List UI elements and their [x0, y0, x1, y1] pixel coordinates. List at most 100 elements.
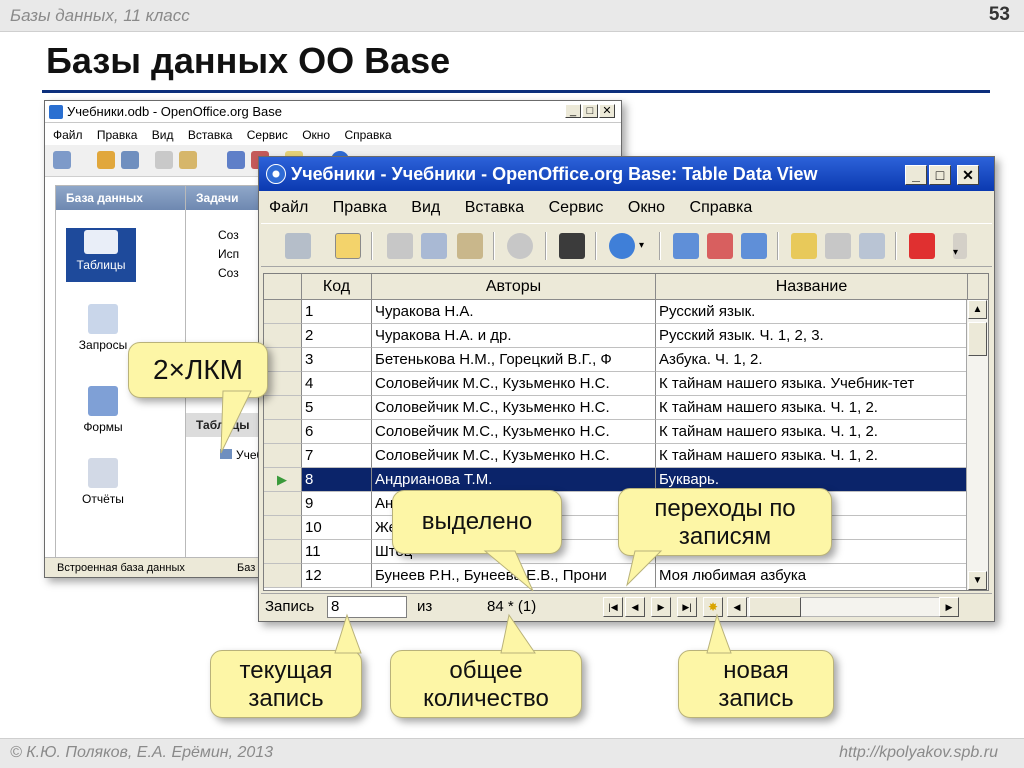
scroll-right-icon[interactable]: ▶	[939, 597, 959, 617]
table-row[interactable]: 9 Ан	[264, 492, 968, 516]
row-selector[interactable]	[264, 516, 302, 540]
toolbar-more-icon[interactable]: ▾	[953, 233, 967, 259]
scroll-down-icon[interactable]: ▼	[968, 571, 987, 590]
scroll-up-icon[interactable]: ▲	[968, 300, 987, 319]
task-use-wizard[interactable]: Исп	[218, 245, 239, 264]
row-selector[interactable]	[264, 300, 302, 324]
autofilter-icon[interactable]	[791, 233, 817, 259]
minimize-button[interactable]: _	[905, 165, 927, 185]
sort-icon[interactable]	[741, 233, 767, 259]
cell-author[interactable]: Соловейчик М.С., Кузьменко Н.С.	[372, 396, 656, 420]
row-selector[interactable]	[264, 564, 302, 588]
sort-descending-icon[interactable]	[707, 233, 733, 259]
last-record-icon[interactable]: ▶|	[677, 597, 697, 617]
task-create-view[interactable]: Соз	[218, 264, 239, 283]
cell-author[interactable]: Чуракова Н.А. и др.	[372, 324, 656, 348]
table-row[interactable]: 2 Чуракова Н.А. и др. Русский язык. Ч. 1, …	[264, 324, 968, 348]
cell-title[interactable]: К тайнам нашего языка. Ч. 1, 2.	[656, 444, 968, 468]
cell-author[interactable]: Чуракова Н.А.	[372, 300, 656, 324]
menu-view[interactable]: Вид	[152, 125, 174, 145]
website-link[interactable]: http://kpolyakov.spb.ru	[839, 744, 998, 762]
menu-window[interactable]: Окно	[628, 193, 665, 223]
save-icon[interactable]	[121, 151, 139, 169]
next-record-icon[interactable]: ▶	[651, 597, 671, 617]
column-header-id[interactable]: Код	[302, 274, 372, 300]
menu-insert[interactable]: Вставка	[188, 125, 233, 145]
cell-title[interactable]: Русский язык. Ч. 1, 2, 3.	[656, 324, 968, 348]
maximize-button[interactable]: □	[929, 165, 951, 185]
row-selector[interactable]	[264, 348, 302, 372]
new-icon[interactable]	[53, 151, 71, 169]
vertical-scrollbar[interactable]: ▲ ▼	[966, 300, 988, 590]
table-row[interactable]: 6 Соловейчик М.С., Кузьменко Н.С. К тайнам…	[264, 420, 968, 444]
menu-help[interactable]: Справка	[344, 125, 391, 145]
row-selector[interactable]	[264, 492, 302, 516]
table-row[interactable]: ▶ 8 Андрианова Т.М. Букварь.	[264, 468, 968, 492]
scroll-thumb[interactable]	[968, 322, 987, 356]
cell-id[interactable]: 11	[302, 540, 372, 564]
menu-file[interactable]: Файл	[269, 193, 308, 223]
close-button[interactable]: ✕	[957, 165, 979, 185]
table-row[interactable]: 12 Бунеев Р.Н., Бунеева Е.В., Прони Моя лю…	[264, 564, 968, 588]
cell-id[interactable]: 10	[302, 516, 372, 540]
sort-icon[interactable]	[227, 151, 245, 169]
table-row[interactable]: 11 Штец	[264, 540, 968, 564]
table-window-titlebar[interactable]: Учебники - Учебники - OpenOffice.org Bas…	[259, 157, 994, 191]
table-row[interactable]: 1 Чуракова Н.А. Русский язык.	[264, 300, 968, 324]
copy-icon[interactable]	[155, 151, 173, 169]
table-row[interactable]: 4 Соловейчик М.С., Кузьменко Н.С. К тайнам…	[264, 372, 968, 396]
menu-view[interactable]: Вид	[411, 193, 440, 223]
cell-id[interactable]: 12	[302, 564, 372, 588]
database-window-titlebar[interactable]: Учебники.odb - OpenOffice.org Base _ □ ✕	[45, 101, 621, 123]
minimize-button[interactable]: _	[565, 104, 581, 118]
new-record-icon[interactable]: ✸	[703, 597, 723, 617]
cell-author[interactable]: Андрианова Т.М.	[372, 468, 656, 492]
refresh-icon[interactable]	[609, 233, 635, 259]
close-button[interactable]: ✕	[599, 104, 615, 118]
cell-id[interactable]: 7	[302, 444, 372, 468]
column-header-title[interactable]: Название	[656, 274, 968, 300]
maximize-button[interactable]: □	[582, 104, 598, 118]
menu-window[interactable]: Окно	[302, 125, 330, 145]
paste-icon[interactable]	[179, 151, 197, 169]
cell-title[interactable]: Русский язык.	[656, 300, 968, 324]
row-selector[interactable]: ▶	[264, 468, 302, 492]
remove-filter-icon[interactable]	[909, 233, 935, 259]
open-icon[interactable]	[97, 151, 115, 169]
cell-id[interactable]: 1	[302, 300, 372, 324]
cell-title[interactable]: Азбука. Ч. 1, 2.	[656, 348, 968, 372]
previous-record-icon[interactable]: ◀	[625, 597, 645, 617]
refresh-dropdown-icon[interactable]: ▾	[639, 233, 651, 259]
task-create-design[interactable]: Соз	[218, 226, 239, 245]
apply-filter-icon[interactable]	[825, 233, 851, 259]
table-row[interactable]: 7 Соловейчик М.С., Кузьменко Н.С. К тайнам…	[264, 444, 968, 468]
cell-id[interactable]: 2	[302, 324, 372, 348]
cut-icon[interactable]	[387, 233, 413, 259]
find-icon[interactable]	[559, 233, 585, 259]
standard-filter-icon[interactable]	[859, 233, 885, 259]
save-record-icon[interactable]	[285, 233, 311, 259]
cell-author[interactable]: Соловейчик М.С., Кузьменко Н.С.	[372, 420, 656, 444]
column-header-authors[interactable]: Авторы	[372, 274, 656, 300]
cell-id[interactable]: 8	[302, 468, 372, 492]
table-row[interactable]: 10 Же	[264, 516, 968, 540]
cell-id[interactable]: 4	[302, 372, 372, 396]
sort-ascending-icon[interactable]	[673, 233, 699, 259]
cell-title[interactable]: К тайнам нашего языка. Учебник-тет	[656, 372, 968, 396]
cell-author[interactable]: Бетенькова Н.М., Горецкий В.Г., Ф	[372, 348, 656, 372]
cell-title[interactable]: К тайнам нашего языка. Ч. 1, 2.	[656, 396, 968, 420]
tables-item[interactable]: Таблицы	[66, 228, 136, 282]
menu-file[interactable]: Файл	[53, 125, 83, 145]
menu-tools[interactable]: Сервис	[247, 125, 288, 145]
reports-item[interactable]: Отчёты	[48, 458, 158, 506]
cell-author[interactable]: Соловейчик М.С., Кузьменко Н.С.	[372, 444, 656, 468]
undo-icon[interactable]	[507, 233, 533, 259]
menu-help[interactable]: Справка	[690, 193, 753, 223]
table-row[interactable]: 5 Соловейчик М.С., Кузьменко Н.С. К тайнам…	[264, 396, 968, 420]
cell-title[interactable]: Моя любимая азбука	[656, 564, 968, 588]
row-selector[interactable]	[264, 540, 302, 564]
scroll-left-icon[interactable]: ◀	[727, 597, 747, 617]
row-selector[interactable]	[264, 324, 302, 348]
menu-insert[interactable]: Вставка	[465, 193, 524, 223]
table-row[interactable]: 3 Бетенькова Н.М., Горецкий В.Г., Ф Азбука…	[264, 348, 968, 372]
